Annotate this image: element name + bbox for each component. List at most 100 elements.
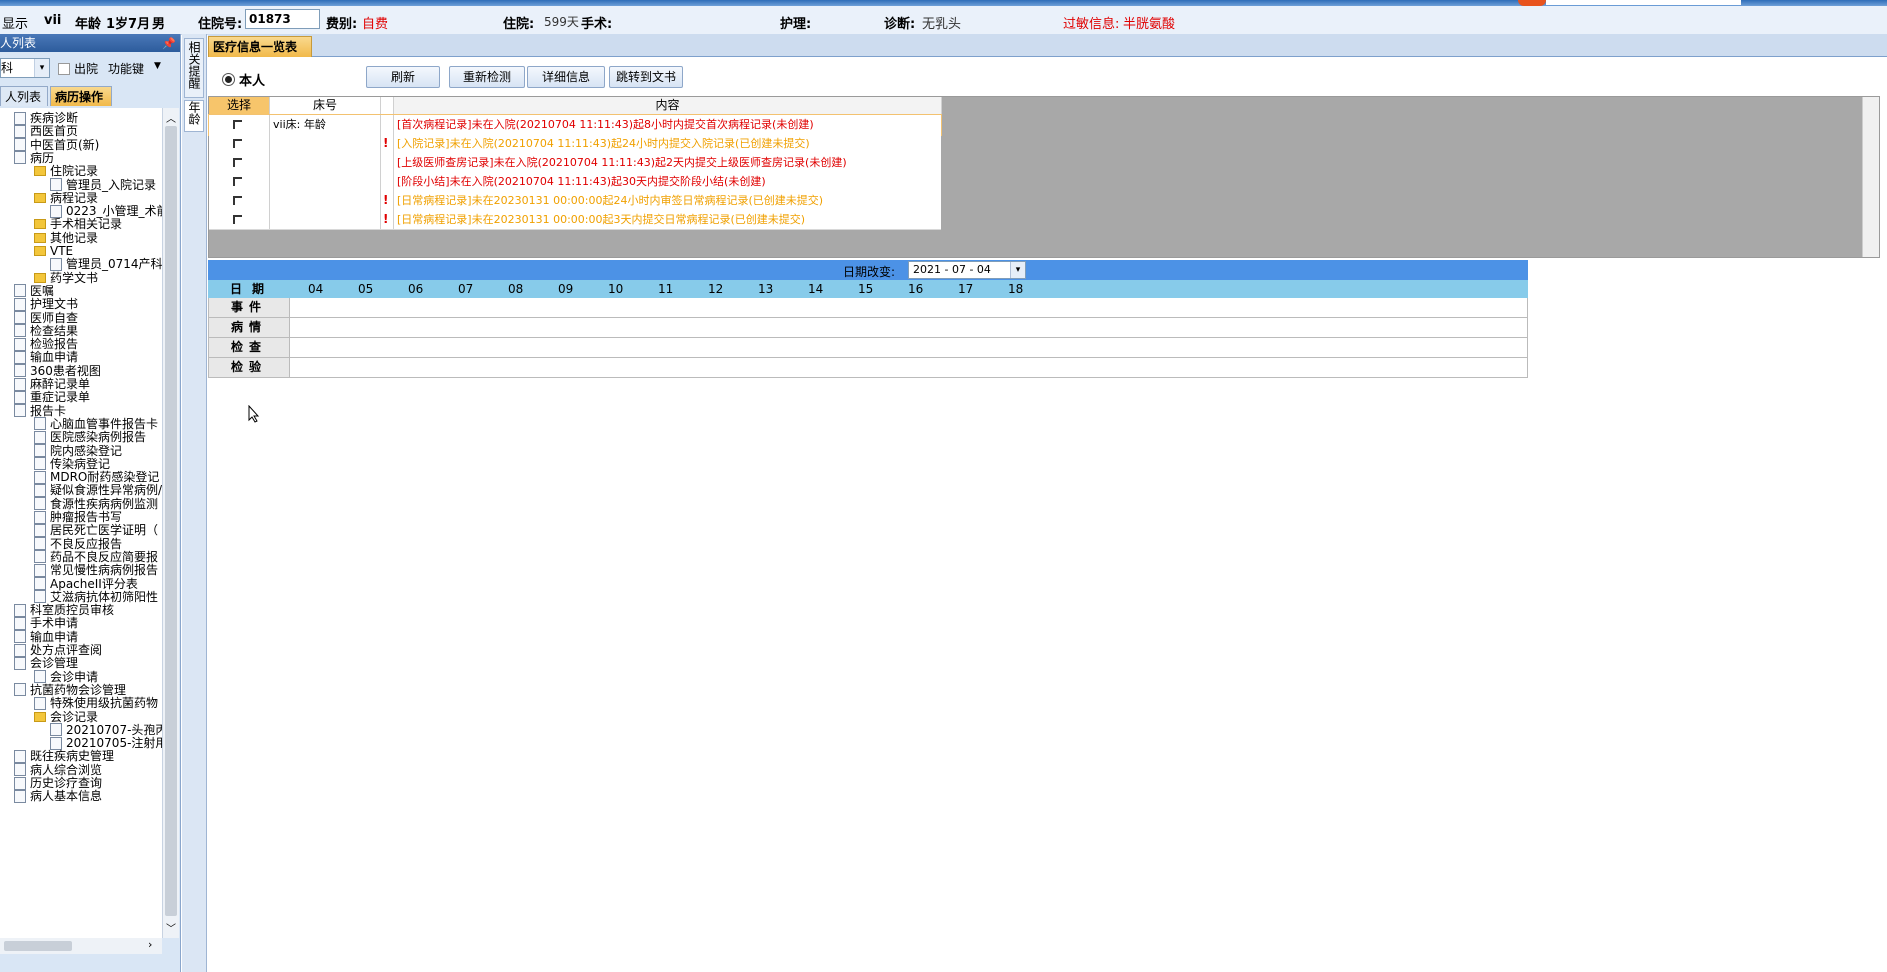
cell-divider <box>380 210 381 229</box>
table-row[interactable]: [阶段小结]未在入院(20210704 11:11:43)起30天内提交阶段小结… <box>209 172 941 192</box>
timeline-row-label: 事件 <box>209 298 290 317</box>
tab-record-ops[interactable]: 病历操作 <box>50 86 112 106</box>
folder-icon <box>34 246 46 256</box>
scrollbar-thumb[interactable] <box>165 126 177 916</box>
tree-item[interactable]: 病人基本信息 <box>14 788 102 804</box>
scroll-right-icon[interactable]: › <box>148 938 152 951</box>
chevron-down-icon[interactable]: ▾ <box>1010 262 1025 278</box>
row-checkbox[interactable] <box>233 177 242 186</box>
row-checkbox[interactable] <box>233 139 242 148</box>
fee-label: 费别: <box>326 17 358 32</box>
chevron-down-icon[interactable]: ▼ <box>154 61 161 71</box>
inpatient-label: 住院: <box>503 17 535 32</box>
row-content: [阶段小结]未在入院(20210704 11:11:43)起30天内提交阶段小结… <box>397 175 766 188</box>
top-search-box[interactable] <box>1546 0 1741 5</box>
tree-horizontal-scrollbar[interactable]: › <box>0 938 162 954</box>
row-warning-flag: ! <box>383 136 389 150</box>
row-content: [首次病程记录]未在入院(20210704 11:11:43)起8小时内提交首次… <box>397 118 814 131</box>
row-checkbox[interactable] <box>233 120 242 129</box>
patient-info-bar: 显示 vii 年龄 1岁7月 男 住院号: 01873 费别: 自费 住院: 5… <box>0 6 1887 35</box>
col-content[interactable]: 内容 <box>394 97 942 115</box>
row-bed <box>273 191 378 210</box>
scrollbar-thumb[interactable] <box>4 941 72 951</box>
table-row[interactable]: ! [日常病程记录]未在20230131 00:00:00起24小时内审签日常病程… <box>209 191 941 211</box>
date-change-label: 日期改变: <box>843 265 896 279</box>
timeline-row[interactable]: 检查 <box>208 338 1528 358</box>
timeline-row[interactable]: 检验 <box>208 358 1528 378</box>
discharge-checkbox[interactable] <box>58 63 70 75</box>
folder-icon <box>34 272 46 283</box>
row-bed: vii床: 年龄 <box>273 118 326 131</box>
inpatient-number-field[interactable]: 01873 <box>245 9 320 29</box>
row-checkbox[interactable] <box>233 158 242 167</box>
scroll-down-icon[interactable]: ﹀ <box>166 920 176 935</box>
side-tab-age[interactable]: 年龄 <box>184 100 204 132</box>
timeline-day: 11 <box>658 282 674 296</box>
department-combo[interactable]: 科 ▾ <box>0 58 50 78</box>
cell-divider <box>393 153 394 172</box>
chevron-down-icon[interactable]: ▾ <box>34 59 49 77</box>
left-panel: 人列表 📌 科 ▾ 出院 功能键 ▼ 人列表 病历操作 疾病诊断 西医首页 中医首页… <box>0 34 181 972</box>
row-content: [日常病程记录]未在20230131 00:00:00起3天内提交日常病程记录(… <box>397 213 806 226</box>
age-label: 年龄 <box>75 17 102 32</box>
jump-to-document-button[interactable]: 跳转到文书 <box>609 66 683 88</box>
row-checkbox[interactable] <box>233 215 242 224</box>
doc-icon <box>14 404 26 418</box>
recheck-button[interactable]: 重新检测 <box>449 66 525 88</box>
medical-info-grid: 选择 床号 内容 vii床: 年龄 [首次病程记录]未在入院(20210704 1… <box>208 96 1880 258</box>
doc-icon <box>14 151 26 165</box>
row-bed <box>273 172 378 191</box>
row-bed <box>273 210 378 229</box>
cell-divider <box>393 134 394 153</box>
cell-divider <box>380 153 381 172</box>
department-combo-value: 科 <box>1 61 14 75</box>
timeline-header: 日期 04 05 06 07 08 09 10 11 12 13 14 15 16 17 18 <box>208 280 1528 298</box>
timeline-day: 14 <box>808 282 824 296</box>
function-key-menu[interactable]: 功能键 <box>108 60 144 77</box>
mouse-cursor <box>248 404 260 423</box>
display-toggle[interactable]: 显示 <box>2 13 28 32</box>
timeline-day: 10 <box>608 282 624 296</box>
timeline-row-label: 检查 <box>209 338 290 357</box>
doc-icon <box>14 656 26 670</box>
side-tab-age-label: 年龄 <box>187 101 201 125</box>
radio-dot[interactable] <box>222 73 235 86</box>
left-panel-title-text: 人列表 <box>0 36 37 50</box>
cell-divider <box>393 191 394 210</box>
grid-vertical-scrollbar[interactable] <box>1862 97 1879 257</box>
cell-divider <box>380 115 381 134</box>
tab-medical-overview[interactable]: 医疗信息一览表 <box>208 36 313 57</box>
timeline-day: 06 <box>408 282 424 296</box>
timeline-day: 07 <box>458 282 474 296</box>
cell-divider <box>380 191 381 210</box>
pin-icon[interactable]: 📌 <box>162 35 176 53</box>
side-tab-reminders[interactable]: 相关提醒 <box>184 38 204 98</box>
table-row[interactable]: ! [日常病程记录]未在20230131 00:00:00起3天内提交日常病程记录… <box>209 210 941 230</box>
timeline-row[interactable]: 事件 <box>208 298 1528 318</box>
table-row[interactable]: [上级医师查房记录]未在入院(20210704 11:11:43)起2天内提交上… <box>209 153 941 173</box>
details-button[interactable]: 详细信息 <box>527 66 605 88</box>
scroll-up-icon[interactable]: ︿ <box>166 110 176 125</box>
table-row[interactable]: vii床: 年龄 [首次病程记录]未在入院(20210704 11:11:43)起… <box>208 114 942 136</box>
date-picker[interactable]: 2021 - 07 - 04 ▾ <box>908 261 1026 279</box>
table-row[interactable]: ! [入院记录]未在入院(20210704 11:11:43)起24小时内提交入院… <box>209 134 941 154</box>
col-select[interactable]: 选择 <box>209 97 270 115</box>
col-bed[interactable]: 床号 <box>270 97 381 115</box>
surgery-label: 手术: <box>581 17 613 32</box>
nursing-label: 护理: <box>780 17 812 32</box>
timeline-day: 08 <box>508 282 524 296</box>
timeline-row[interactable]: 病情 <box>208 318 1528 338</box>
cell-divider <box>269 115 270 134</box>
radio-self[interactable]: 本人 <box>222 70 265 89</box>
timeline-day: 05 <box>358 282 374 296</box>
refresh-button[interactable]: 刷新 <box>366 66 440 88</box>
tree-vertical-scrollbar[interactable]: ︿ ﹀ <box>162 108 179 938</box>
date-header: 日期 <box>230 282 275 296</box>
row-warning-flag: ! <box>383 212 389 226</box>
tab-patient-list[interactable]: 人列表 <box>0 86 48 106</box>
row-checkbox[interactable] <box>233 196 242 205</box>
cell-divider <box>393 115 394 134</box>
timeline-day: 13 <box>758 282 774 296</box>
timeline-toolbar: 日期改变: 2021 - 07 - 04 ▾ <box>208 260 1528 280</box>
fee-value: 自费 <box>362 17 389 32</box>
